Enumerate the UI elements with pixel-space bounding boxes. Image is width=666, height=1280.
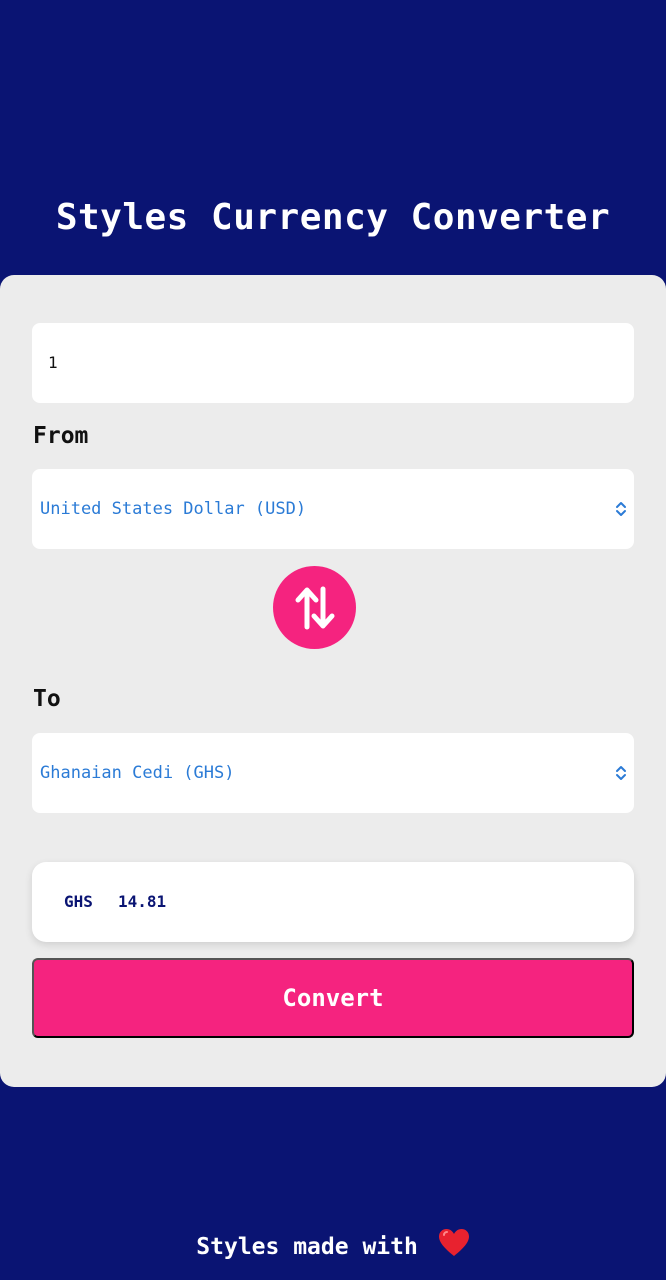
convert-button[interactable]: Convert [32,958,634,1038]
page-title: Styles Currency Converter [55,197,611,238]
footer-text: Styles made with [196,1234,418,1260]
from-currency-select[interactable]: United States Dollar (USD) [32,469,634,549]
result-amount: 14.81 [118,892,167,911]
amount-input[interactable]: 1 [48,323,608,403]
to-currency-value: Ghanaian Cedi (GHS) [40,763,235,783]
from-label: From [33,423,89,449]
converter-card: 1 From United States Dollar (USD) To Gha… [0,275,666,1087]
footer: Styles made with [0,1228,666,1260]
chevron-up-down-icon [616,502,626,516]
chevron-up-down-icon [616,766,626,780]
from-currency-value: United States Dollar (USD) [40,499,307,519]
to-label: To [33,686,61,712]
conversion-result: GHS 14.81 [32,862,634,942]
amount-field[interactable]: 1 [32,323,634,403]
heart-icon [438,1229,469,1256]
to-currency-select[interactable]: Ghanaian Cedi (GHS) [32,733,634,813]
swap-vertical-icon [295,586,334,629]
swap-currencies-button[interactable] [273,566,356,649]
result-currency-code: GHS [64,892,93,911]
app-page: Styles Currency Converter 1 From United … [0,0,666,1280]
